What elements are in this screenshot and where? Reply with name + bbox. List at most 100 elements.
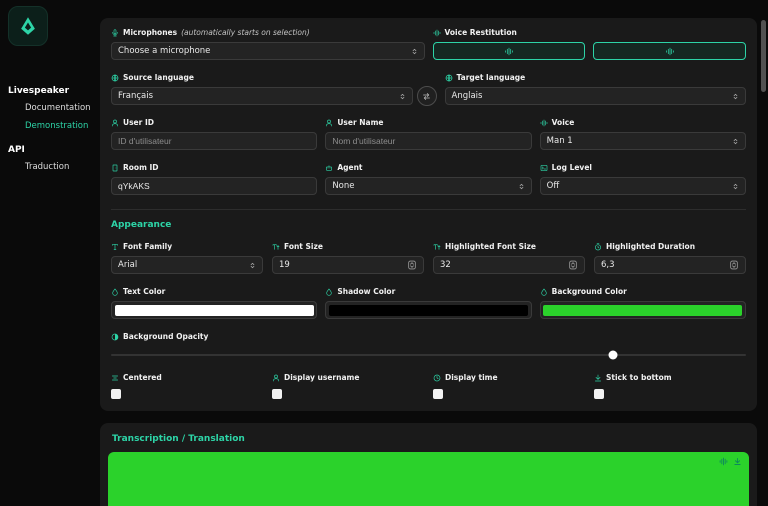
user-icon: [272, 374, 280, 382]
room-id-input[interactable]: [111, 177, 318, 195]
chevron-updown-icon: [732, 92, 739, 101]
timer-icon: [594, 242, 602, 251]
background-opacity-track: [111, 353, 746, 356]
appearance-title: Appearance: [111, 220, 172, 230]
text-size-icon: [272, 243, 280, 251]
display-time-label: Display time: [445, 373, 498, 382]
user-name-input[interactable]: [325, 132, 532, 150]
chevron-updown-icon: [399, 92, 406, 101]
waveform-icon: [665, 47, 674, 55]
text-color-swatch: [114, 304, 314, 316]
target-language-select[interactable]: Anglais: [444, 87, 746, 105]
voice-icon: [540, 119, 548, 127]
transcription-title: Transcription / Translation: [112, 434, 245, 444]
user-icon: [325, 119, 333, 127]
target-language-value: Anglais: [451, 91, 483, 101]
voice-select[interactable]: Man 1: [539, 132, 746, 150]
app-logo[interactable]: [8, 6, 48, 46]
waveform-icon[interactable]: [719, 457, 728, 466]
background-color-input[interactable]: [539, 301, 746, 319]
source-language-field: Source language Français: [111, 73, 413, 105]
transcription-display: [108, 452, 749, 506]
text-color-field: Text Color: [111, 287, 318, 319]
log-level-label: Log Level: [551, 163, 592, 172]
agent-select[interactable]: None: [325, 177, 532, 195]
shadow-color-swatch: [328, 304, 529, 316]
centered-label: Centered: [123, 373, 162, 382]
font-family-label: Font Family: [123, 242, 173, 251]
number-stepper-icon[interactable]: [729, 259, 739, 271]
waveform-icon: [505, 47, 513, 55]
sidebar-item-documentation[interactable]: Documentation: [8, 99, 92, 117]
user-name-label: User Name: [337, 118, 384, 127]
room-id-field: Room ID: [111, 163, 318, 195]
background-opacity-field: Background Opacity: [111, 332, 746, 359]
background-opacity-slider[interactable]: [111, 350, 746, 359]
voice-restitution-field: Voice Restitution: [432, 28, 746, 60]
target-language-label: Target language: [456, 73, 526, 82]
number-stepper-icon[interactable]: [407, 259, 417, 271]
font-size-input[interactable]: 19: [272, 256, 424, 274]
highlighted-font-size-label: Highlighted Font Size: [445, 242, 536, 251]
font-size-field: Font Size 19: [272, 242, 424, 274]
voice-select-value: Man 1: [546, 136, 573, 146]
voice-label: Voice: [551, 118, 575, 127]
align-center-icon: [111, 374, 119, 382]
chevron-updown-icon: [518, 182, 525, 191]
sidebar-section-api: API: [8, 145, 25, 155]
type-icon: [111, 243, 119, 251]
user-name-field: User Name: [325, 118, 532, 150]
chevron-updown-icon: [732, 182, 739, 191]
display-time-checkbox[interactable]: [433, 389, 443, 399]
text-color-label: Text Color: [123, 287, 166, 296]
font-size-label: Font Size: [284, 242, 323, 251]
user-id-input[interactable]: [111, 132, 318, 150]
stick-to-bottom-field: Stick to bottom: [594, 373, 746, 399]
fill-icon: [540, 288, 548, 296]
chevron-updown-icon: [249, 261, 256, 270]
microphone-select[interactable]: Choose a microphone: [111, 42, 425, 60]
sidebar-item-demonstration[interactable]: Demonstration: [8, 117, 92, 135]
opacity-icon: [111, 333, 119, 341]
number-stepper-icon[interactable]: [568, 259, 578, 271]
centered-checkbox[interactable]: [111, 389, 121, 399]
source-language-select[interactable]: Français: [111, 87, 413, 105]
highlighted-font-size-input[interactable]: 32: [433, 256, 585, 274]
shadow-color-input[interactable]: [325, 301, 532, 319]
source-language-label: Source language: [123, 73, 194, 82]
sidebar-item-traduction[interactable]: Traduction: [8, 158, 92, 176]
door-icon: [111, 164, 119, 172]
stick-to-bottom-checkbox[interactable]: [594, 389, 604, 399]
microphones-note: (automatically starts on selection): [181, 28, 310, 37]
waveform-icon: [433, 29, 441, 37]
globe-icon: [111, 74, 119, 82]
page-scrollbar-thumb[interactable]: [761, 20, 766, 92]
highlighted-duration-input[interactable]: 6,3: [594, 256, 746, 274]
microphone-select-value: Choose a microphone: [118, 46, 211, 56]
clock-icon: [433, 374, 441, 382]
main-content: Microphones (automatically starts on sel…: [100, 0, 757, 506]
log-level-select[interactable]: Off: [539, 177, 746, 195]
text-color-input[interactable]: [111, 301, 318, 319]
display-username-field: Display username: [272, 373, 424, 399]
shadow-color-label: Shadow Color: [337, 287, 396, 296]
swap-arrows-icon: [423, 92, 430, 100]
voice-restitution-button-2[interactable]: [593, 42, 746, 60]
livespeaker-logo-icon: [21, 17, 35, 35]
microphones-field: Microphones (automatically starts on sel…: [111, 28, 425, 60]
voice-restitution-button-1[interactable]: [432, 42, 586, 60]
stick-to-bottom-label: Stick to bottom: [606, 373, 672, 382]
sidebar: Livespeaker Documentation Demonstration …: [0, 0, 100, 506]
microphones-label: Microphones: [123, 28, 178, 37]
background-color-label: Background Color: [551, 287, 627, 296]
centered-field: Centered: [111, 373, 263, 399]
section-divider: [111, 209, 746, 210]
download-icon[interactable]: [733, 457, 742, 466]
background-opacity-thumb[interactable]: [608, 350, 618, 359]
display-username-checkbox[interactable]: [272, 389, 282, 399]
highlighted-duration-label: Highlighted Duration: [606, 242, 696, 251]
font-family-select[interactable]: Arial: [111, 256, 263, 274]
display-username-label: Display username: [284, 373, 360, 382]
room-id-label: Room ID: [123, 163, 159, 172]
swap-languages-button[interactable]: [416, 86, 437, 106]
